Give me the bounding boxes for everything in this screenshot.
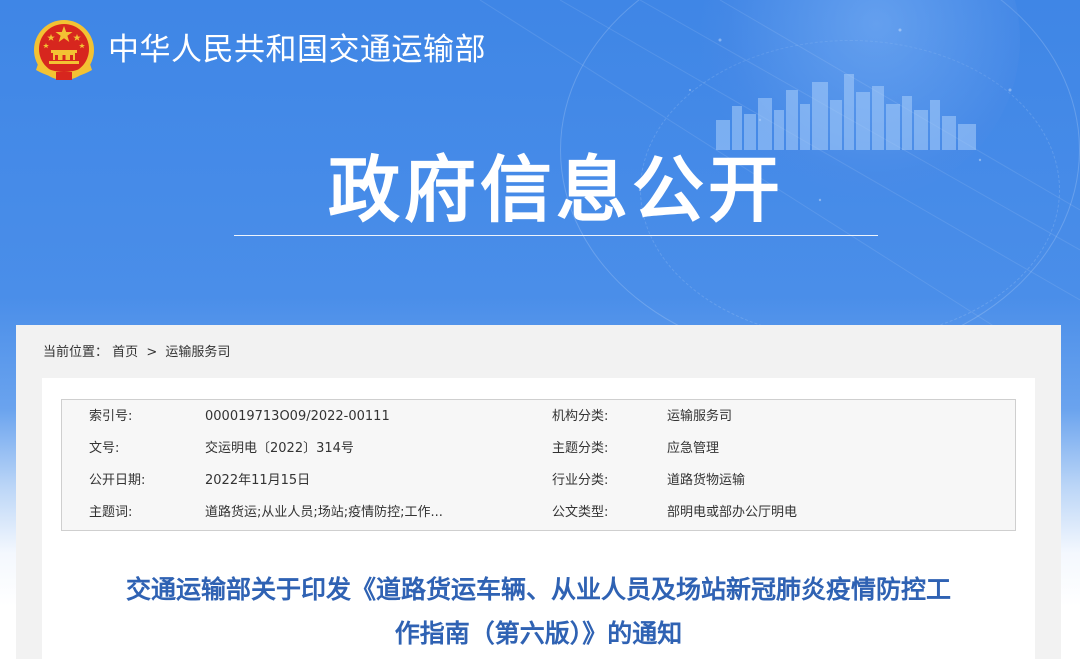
page: 中华人民共和国交通运输部 政府信息公开 当前位置： 首页 > 运输服务司 索引号… [0, 0, 1080, 659]
content-panel: 当前位置： 首页 > 运输服务司 索引号: 000019713O09/2022-… [16, 325, 1061, 659]
document-title-line: 交通运输部关于印发《道路货运车辆、从业人员及场站新冠肺炎疫情防控工 [125, 575, 951, 604]
metadata-row: 公开日期: 2022年11月15日 行业分类: 道路货物运输 [62, 465, 1017, 497]
keywords-label: 主题词: [89, 505, 133, 520]
topic-category-label: 主题分类: [552, 441, 609, 456]
publish-date-label: 公开日期: [89, 473, 146, 488]
breadcrumb-home-link[interactable]: 首页 [112, 344, 138, 362]
keywords-value: 道路货运;从业人员;场站;疫情防控;工作... [205, 505, 443, 520]
industry-category-value: 道路货物运输 [667, 473, 746, 488]
breadcrumb-prefix: 当前位置： [43, 345, 109, 360]
section-title: 政府信息公开 [327, 148, 784, 232]
metadata-row: 索引号: 000019713O09/2022-00111 机构分类: 运输服务司 [62, 401, 1017, 433]
breadcrumb-separator: > [146, 345, 158, 360]
document-card: 索引号: 000019713O09/2022-00111 机构分类: 运输服务司… [42, 378, 1035, 659]
metadata-table: 索引号: 000019713O09/2022-00111 机构分类: 运输服务司… [61, 399, 1016, 531]
breadcrumb-current-link[interactable]: 运输服务司 [165, 344, 230, 362]
city-skyline-graphic [716, 74, 976, 150]
ministry-name: 中华人民共和国交通运输部 [108, 32, 486, 68]
topic-category-value: 应急管理 [667, 441, 720, 456]
document-title-line: 作指南（第六版）》的通知 [394, 619, 683, 648]
document-number-value: 交运明电〔2022〕314号 [205, 441, 354, 456]
metadata-row: 主题词: 道路货运;从业人员;场站;疫情防控;工作... 公文类型: 部明电或部… [62, 497, 1017, 529]
title-underline [234, 235, 878, 236]
publish-date-value: 2022年11月15日 [205, 473, 311, 488]
index-number-value: 000019713O09/2022-00111 [205, 409, 390, 424]
agency-category-label: 机构分类: [552, 409, 609, 424]
document-type-value: 部明电或部办公厅明电 [667, 505, 798, 520]
document-number-label: 文号: [89, 441, 120, 456]
document-title: 交通运输部关于印发《道路货运车辆、从业人员及场站新冠肺炎疫情防控工 作指南（第六… [42, 568, 1035, 656]
metadata-row: 文号: 交运明电〔2022〕314号 主题分类: 应急管理 [62, 433, 1017, 465]
national-emblem-logo [34, 20, 94, 80]
breadcrumb: 当前位置： 首页 > 运输服务司 [43, 344, 230, 362]
industry-category-label: 行业分类: [552, 473, 609, 488]
agency-category-value: 运输服务司 [667, 409, 733, 424]
document-type-label: 公文类型: [552, 505, 609, 520]
index-number-label: 索引号: [89, 409, 133, 424]
